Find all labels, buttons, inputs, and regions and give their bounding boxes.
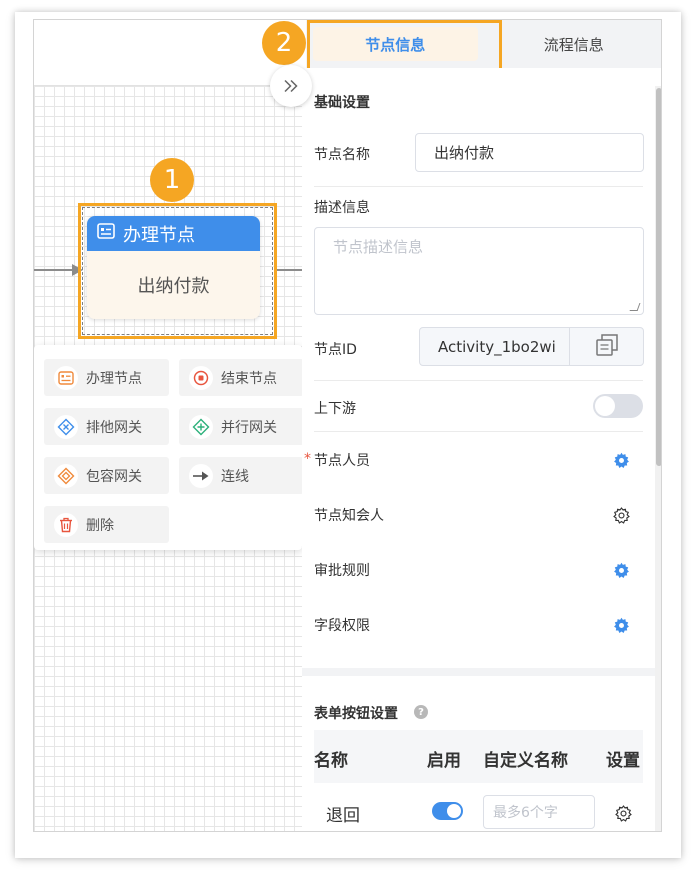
menu-item-label: 删除 <box>86 517 114 534</box>
node-id-label: 节点ID <box>314 342 357 358</box>
step-badge-2: 2 <box>262 21 306 65</box>
task-node-icon <box>54 365 78 390</box>
approval-rules-label: 审批规则 <box>314 563 370 579</box>
node-personnel-label: 节点人员 <box>314 453 370 469</box>
menu-item-label: 办理节点 <box>86 370 142 387</box>
node-id-value: Activity_1bo2wi <box>438 337 556 356</box>
gear-icon <box>613 452 629 468</box>
field-permission-label: 字段权限 <box>314 618 370 634</box>
step-badge-1: 1 <box>150 158 194 202</box>
menu-item-connector[interactable]: 连线 <box>179 457 304 494</box>
parallel-gateway-icon <box>189 414 213 439</box>
menu-item-label: 包容网关 <box>86 468 142 485</box>
form-buttons-title: 表单按钮设置 <box>314 706 398 722</box>
column-header-settings: 设置 <box>606 751 640 771</box>
row-enabled-toggle[interactable] <box>432 802 463 820</box>
required-mark: * <box>304 451 311 467</box>
help-icon[interactable]: ? <box>414 705 428 719</box>
divider <box>314 431 643 432</box>
menu-item-label: 并行网关 <box>221 419 277 436</box>
gear-icon <box>612 506 630 524</box>
tab-highlight-outline <box>307 20 502 71</box>
menu-item-end-node[interactable]: 结束节点 <box>179 359 304 396</box>
copy-icon <box>595 333 619 361</box>
basic-settings-title: 基础设置 <box>314 95 370 111</box>
task-node-type: 办理节点 <box>123 224 195 246</box>
node-id-field: Activity_1bo2wi <box>419 327 644 366</box>
node-name-label: 节点名称 <box>314 147 370 163</box>
node-cc-label: 节点知会人 <box>314 508 384 524</box>
upstream-label: 上下游 <box>314 401 356 417</box>
outgoing-flow-line[interactable] <box>274 269 302 271</box>
canvas-toolbar-area <box>34 20 302 86</box>
form-buttons-table-header <box>314 730 643 783</box>
double-chevron-right-icon <box>283 74 299 98</box>
column-header-enabled: 启用 <box>427 751 461 771</box>
task-node-header: 办理节点 <box>87 216 260 251</box>
personnel-settings-button[interactable] <box>612 451 630 469</box>
column-header-name: 名称 <box>314 751 348 771</box>
section-separator <box>302 668 655 676</box>
row-settings-button[interactable] <box>614 804 632 822</box>
menu-item-exclusive-gateway[interactable]: 排他网关 <box>44 408 169 445</box>
inclusive-gateway-icon <box>54 463 78 488</box>
task-card-icon <box>97 223 115 244</box>
trash-icon <box>54 512 78 537</box>
panel-scroll-thumb[interactable] <box>656 88 661 466</box>
column-header-custom-name: 自定义名称 <box>483 751 568 771</box>
workflow-editor: 办理节点 出纳付款 1 办理节点 结束节点 排他网关 并行网关 包容网关 连线 … <box>33 19 662 832</box>
menu-item-task-node[interactable]: 办理节点 <box>44 359 169 396</box>
upstream-toggle[interactable] <box>593 394 643 418</box>
divider <box>314 186 643 187</box>
exclusive-gateway-icon <box>54 414 78 439</box>
incoming-flow-line[interactable] <box>34 269 74 271</box>
tab-process-info[interactable]: 流程信息 <box>485 20 662 68</box>
task-node[interactable]: 办理节点 出纳付款 <box>87 216 260 319</box>
connector-icon <box>189 463 213 488</box>
gear-icon <box>614 804 632 822</box>
description-textarea[interactable]: 节点描述信息 <box>314 227 644 315</box>
toggle-knob <box>447 804 461 818</box>
toggle-knob <box>595 396 615 416</box>
node-context-menu: 办理节点 结束节点 排他网关 并行网关 包容网关 连线 删除 <box>34 345 304 550</box>
cc-settings-button[interactable] <box>612 506 630 524</box>
row-name-return: 退回 <box>326 806 360 826</box>
divider <box>314 380 643 381</box>
copy-id-button[interactable] <box>569 328 643 365</box>
description-label: 描述信息 <box>314 200 370 216</box>
menu-item-parallel-gateway[interactable]: 并行网关 <box>179 408 304 445</box>
field-permission-settings-button[interactable] <box>612 616 630 634</box>
node-name-input[interactable]: 出纳付款 <box>415 133 644 172</box>
end-node-icon <box>189 365 213 390</box>
task-node-name: 出纳付款 <box>137 276 210 297</box>
row-custom-name-input[interactable]: 最多6个字 <box>483 795 595 829</box>
menu-item-label: 排他网关 <box>86 419 142 436</box>
menu-item-label: 连线 <box>221 468 249 485</box>
gear-icon <box>613 562 629 578</box>
menu-item-inclusive-gateway[interactable]: 包容网关 <box>44 457 169 494</box>
menu-item-label: 结束节点 <box>221 370 277 387</box>
collapse-panel-button[interactable] <box>270 65 312 107</box>
gear-icon <box>613 617 629 633</box>
menu-item-delete[interactable]: 删除 <box>44 506 169 543</box>
approval-settings-button[interactable] <box>612 561 630 579</box>
